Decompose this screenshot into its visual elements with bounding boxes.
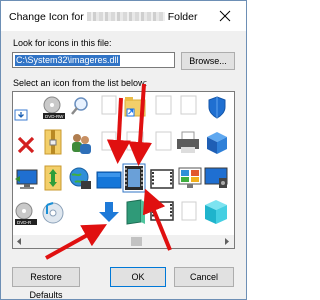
blank-icon[interactable] bbox=[180, 95, 197, 115]
magnifier-icon[interactable] bbox=[71, 97, 88, 115]
close-icon bbox=[219, 10, 231, 22]
look-for-icons-label: Look for icons in this file: bbox=[13, 38, 112, 48]
monitor-speaker-icon[interactable] bbox=[204, 167, 228, 188]
printer-icon[interactable] bbox=[177, 131, 199, 153]
monitor-icon[interactable] bbox=[15, 169, 38, 189]
cyan-cube-icon[interactable] bbox=[205, 200, 227, 224]
browse-button[interactable]: Browse... bbox=[181, 52, 235, 70]
svg-text:DVD-RW: DVD-RW bbox=[45, 114, 64, 119]
icon-grid: DVD-RW DVD-R bbox=[14, 95, 228, 225]
restore-defaults-button[interactable]: Restore Defaults bbox=[12, 267, 80, 299]
icon-file-path-input[interactable]: C:\System32\imageres.dll bbox=[12, 52, 175, 68]
blue-cube-icon[interactable] bbox=[207, 132, 227, 154]
ok-button[interactable]: OK bbox=[110, 267, 166, 287]
blue-screen-icon[interactable] bbox=[96, 171, 122, 189]
down-arrow-icon[interactable] bbox=[99, 202, 119, 222]
media-display-icon[interactable] bbox=[178, 167, 202, 188]
scroll-thumb[interactable] bbox=[131, 237, 142, 246]
blank-icon[interactable] bbox=[101, 131, 117, 151]
svg-text:DVD-R: DVD-R bbox=[17, 220, 32, 225]
title-suffix: Folder bbox=[167, 11, 198, 23]
horizontal-scrollbar[interactable] bbox=[13, 235, 234, 248]
scroll-left-icon[interactable] bbox=[16, 238, 22, 245]
scroll-right-icon[interactable] bbox=[224, 238, 230, 245]
music-disc-icon[interactable] bbox=[42, 202, 64, 224]
icon-file-path-value: C:\System32\imageres.dll bbox=[15, 55, 120, 66]
dvd-rw-drive-icon[interactable]: DVD-RW bbox=[43, 96, 65, 119]
zip-folder-icon[interactable] bbox=[44, 129, 62, 155]
shield-icon[interactable] bbox=[208, 96, 226, 119]
title-prefix: Change Icon for bbox=[9, 11, 84, 23]
select-icon-label: Select an icon from the list below: bbox=[13, 78, 148, 88]
window-title: Change Icon for Folder bbox=[9, 11, 197, 23]
blank-icon[interactable] bbox=[181, 201, 197, 221]
red-x-icon[interactable] bbox=[17, 136, 35, 154]
film-frame-icon[interactable] bbox=[150, 169, 174, 189]
blank-icon[interactable] bbox=[155, 131, 172, 151]
globe-network-icon[interactable] bbox=[69, 167, 91, 189]
blank-icon[interactable] bbox=[126, 131, 144, 151]
close-button[interactable] bbox=[215, 7, 235, 25]
download-arrow-icon[interactable] bbox=[14, 109, 28, 121]
users-icon[interactable] bbox=[72, 134, 91, 154]
film-frame-icon[interactable] bbox=[150, 201, 174, 221]
blank-icon[interactable] bbox=[155, 95, 172, 115]
redacted-folder-name bbox=[86, 12, 165, 21]
green-book-icon[interactable] bbox=[126, 199, 145, 225]
change-icon-dialog: Change Icon for Folder Look for icons in … bbox=[0, 0, 247, 300]
icon-list[interactable]: DVD-RW DVD-R bbox=[12, 91, 235, 249]
cancel-button[interactable]: Cancel bbox=[174, 267, 234, 287]
dvd-drive-icon[interactable]: DVD-R bbox=[15, 202, 37, 225]
title-bar: Change Icon for Folder bbox=[1, 1, 246, 31]
updown-arrows-icon[interactable] bbox=[44, 165, 62, 191]
film-strip-icon[interactable] bbox=[122, 163, 146, 193]
blank-icon[interactable] bbox=[101, 95, 117, 115]
folder-shortcut-icon[interactable] bbox=[124, 97, 146, 117]
